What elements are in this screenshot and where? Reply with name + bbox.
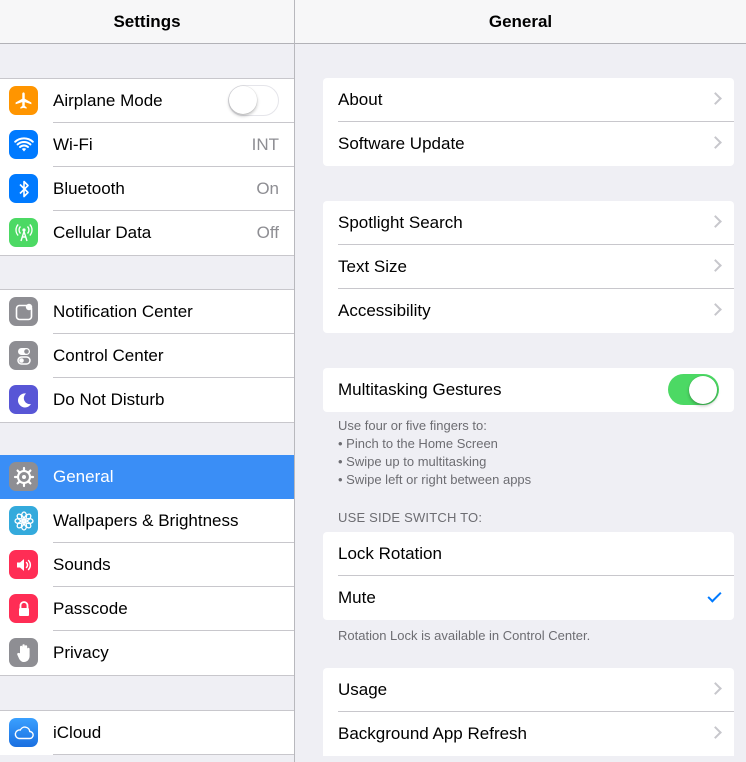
sidebar-item-bluetooth[interactable]: Bluetooth On bbox=[0, 167, 294, 211]
detail-group-search-text: Spotlight Search Text Size Accessibility bbox=[323, 201, 734, 333]
airplane-mode-toggle[interactable] bbox=[228, 85, 279, 116]
sidebar-item-privacy[interactable]: Privacy bbox=[0, 631, 294, 675]
cellular-icon bbox=[9, 218, 38, 247]
sidebar-item-label: Bluetooth bbox=[53, 179, 125, 198]
sidebar-item-label: Notification Center bbox=[53, 302, 193, 321]
checkmark-icon bbox=[707, 588, 722, 603]
side-switch-header: USE SIDE SWITCH TO: bbox=[338, 510, 483, 525]
bluetooth-status-value: On bbox=[256, 179, 279, 198]
sidebar-item-cellular-data[interactable]: Cellular Data Off bbox=[0, 211, 294, 255]
side-switch-footer: Rotation Lock is available in Control Ce… bbox=[338, 628, 591, 643]
lock-icon bbox=[9, 594, 38, 623]
sidebar-group-accounts: iCloud bbox=[0, 710, 294, 755]
sidebar-item-icloud[interactable]: iCloud bbox=[0, 711, 294, 755]
chevron-right-icon bbox=[709, 92, 722, 105]
sidebar-item-label: Passcode bbox=[53, 599, 128, 618]
cloud-icon bbox=[9, 718, 38, 747]
row-label: Background App Refresh bbox=[338, 724, 528, 743]
detail-group-usage: Usage Background App Refresh bbox=[323, 668, 734, 756]
spotlight-search-row[interactable]: Spotlight Search bbox=[323, 201, 734, 245]
wifi-icon bbox=[9, 130, 38, 159]
row-label: Multitasking Gestures bbox=[338, 380, 502, 399]
sidebar-item-control-center[interactable]: Control Center bbox=[0, 334, 294, 378]
row-label: Lock Rotation bbox=[338, 544, 442, 563]
bluetooth-icon bbox=[9, 174, 38, 203]
hand-icon bbox=[9, 638, 38, 667]
speaker-icon bbox=[9, 550, 38, 579]
footer-line: • Swipe left or right between apps bbox=[338, 472, 532, 487]
sidebar-item-general[interactable]: General bbox=[0, 455, 294, 499]
sidebar-item-airplane-mode[interactable]: Airplane Mode bbox=[0, 79, 294, 123]
gear-icon bbox=[9, 462, 38, 491]
airplane-icon bbox=[9, 86, 38, 115]
notification-center-icon bbox=[9, 297, 38, 326]
sidebar-group-notifications: Notification Center Control Center Do No… bbox=[0, 289, 294, 423]
background-app-refresh-row[interactable]: Background App Refresh bbox=[323, 712, 734, 756]
row-label: Software Update bbox=[338, 134, 465, 153]
sidebar-item-sounds[interactable]: Sounds bbox=[0, 543, 294, 587]
control-center-icon bbox=[9, 341, 38, 370]
sidebar-item-label: Wallpapers & Brightness bbox=[53, 511, 239, 530]
detail-group-side-switch: Lock Rotation Mute bbox=[323, 532, 734, 620]
detail-title: General bbox=[488, 12, 553, 31]
sidebar-item-label: Privacy bbox=[53, 643, 109, 662]
sidebar-item-label: Do Not Disturb bbox=[53, 390, 165, 409]
multitasking-gestures-toggle[interactable] bbox=[668, 374, 719, 405]
sidebar-item-label: iCloud bbox=[53, 723, 102, 742]
sidebar-item-label: Cellular Data bbox=[53, 223, 152, 242]
moon-icon bbox=[9, 385, 38, 414]
footer-line: Use four or five fingers to: bbox=[338, 418, 487, 433]
sidebar-item-label: Airplane Mode bbox=[53, 91, 163, 110]
sidebar-navbar: Settings bbox=[0, 0, 294, 44]
sidebar-item-do-not-disturb[interactable]: Do Not Disturb bbox=[0, 378, 294, 422]
row-label: Accessibility bbox=[338, 301, 431, 320]
settings-sidebar: Settings Airplane Mode Wi-Fi INT Bluetoo… bbox=[0, 0, 294, 762]
sidebar-item-passcode[interactable]: Passcode bbox=[0, 587, 294, 631]
footer-line: • Pinch to the Home Screen bbox=[338, 436, 498, 451]
mute-option[interactable]: Mute bbox=[323, 576, 734, 620]
chevron-right-icon bbox=[709, 303, 722, 316]
wifi-network-value: INT bbox=[251, 135, 279, 154]
sidebar-item-notification-center[interactable]: Notification Center bbox=[0, 290, 294, 334]
chevron-right-icon bbox=[709, 726, 722, 739]
row-label: Usage bbox=[338, 680, 388, 699]
accessibility-row[interactable]: Accessibility bbox=[323, 289, 734, 333]
row-label: About bbox=[338, 90, 383, 109]
usage-row[interactable]: Usage bbox=[323, 668, 734, 712]
chevron-right-icon bbox=[709, 136, 722, 149]
detail-navbar: General bbox=[295, 0, 746, 44]
about-row[interactable]: About bbox=[323, 78, 734, 122]
chevron-right-icon bbox=[709, 682, 722, 695]
sidebar-group-general: General Wallpapers & Brightness Sounds P… bbox=[0, 455, 294, 676]
software-update-row[interactable]: Software Update bbox=[323, 122, 734, 166]
detail-group-info: About Software Update bbox=[323, 78, 734, 166]
sidebar-title: Settings bbox=[113, 12, 181, 31]
lock-rotation-option[interactable]: Lock Rotation bbox=[323, 532, 734, 576]
multitasking-gestures-row: Multitasking Gestures bbox=[323, 368, 734, 412]
text-size-row[interactable]: Text Size bbox=[323, 245, 734, 289]
chevron-right-icon bbox=[709, 215, 722, 228]
sidebar-item-wallpapers-brightness[interactable]: Wallpapers & Brightness bbox=[0, 499, 294, 543]
sidebar-item-label: Wi-Fi bbox=[53, 135, 93, 154]
general-detail-pane: General About Software Update Spotlight … bbox=[295, 0, 746, 762]
sidebar-item-label: General bbox=[53, 467, 114, 486]
row-label: Spotlight Search bbox=[338, 213, 463, 232]
footer-line: • Swipe up to multitasking bbox=[338, 454, 487, 469]
multitasking-footer: Use four or five fingers to: • Pinch to … bbox=[338, 417, 531, 489]
row-label: Text Size bbox=[338, 257, 407, 276]
sidebar-group-connectivity: Airplane Mode Wi-Fi INT Bluetooth On Cel… bbox=[0, 78, 294, 256]
flower-icon bbox=[9, 506, 38, 535]
detail-group-multitasking: Multitasking Gestures bbox=[323, 368, 734, 412]
sidebar-item-wifi[interactable]: Wi-Fi INT bbox=[0, 123, 294, 167]
chevron-right-icon bbox=[709, 259, 722, 272]
row-label: Mute bbox=[338, 588, 376, 607]
sidebar-item-label: Control Center bbox=[53, 346, 164, 365]
cellular-status-value: Off bbox=[256, 223, 279, 242]
sidebar-item-label: Sounds bbox=[53, 555, 111, 574]
